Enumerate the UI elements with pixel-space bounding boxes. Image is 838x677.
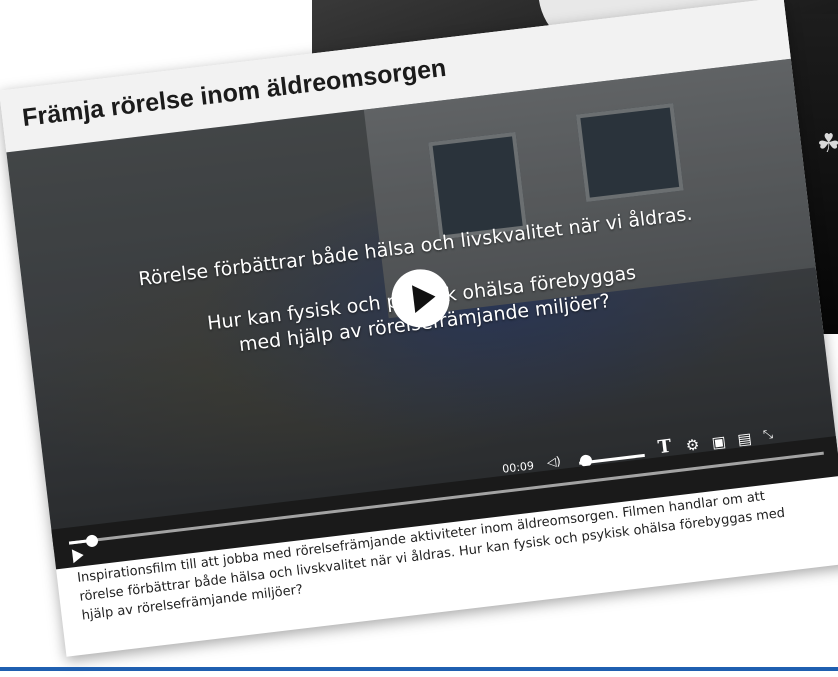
volume-icon[interactable]: ◁) (546, 454, 561, 470)
progress-thumb[interactable] (85, 534, 99, 548)
play-small-icon[interactable] (71, 548, 85, 564)
media-card: Främja rörelse inom äldreomsorgen Rörels… (0, 0, 838, 657)
bottom-accent-rule (0, 667, 838, 671)
fullscreen-icon[interactable]: ⤡ (762, 427, 773, 443)
trefoil-logo-icon: ☘ (817, 129, 838, 159)
play-icon (411, 282, 438, 314)
